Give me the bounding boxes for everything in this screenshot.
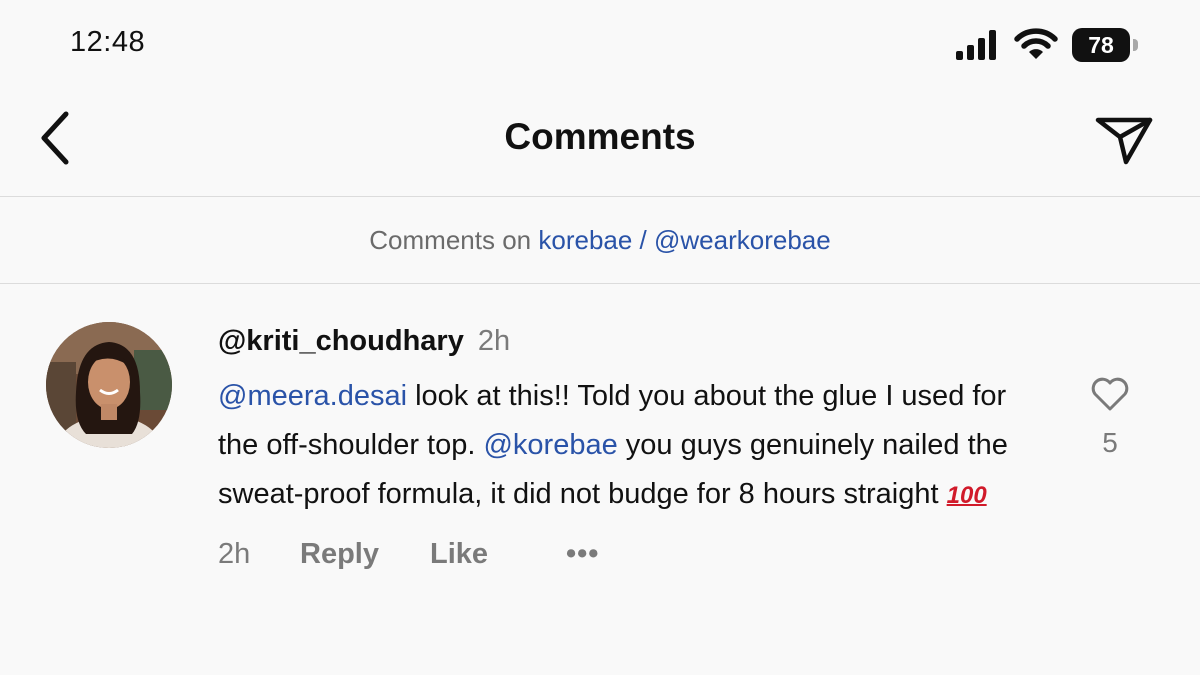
like-column: 5 (1084, 376, 1136, 459)
comment-body: @kriti_choudhary 2h @meera.desai look at … (218, 322, 1048, 578)
battery-icon: 78 (1072, 28, 1142, 64)
status-time: 12:48 (70, 26, 146, 58)
comments-source: Comments on korebae / @wearkorebae (0, 197, 1200, 284)
avatar[interactable] (46, 322, 172, 448)
action-time: 2h (218, 538, 251, 570)
like-button[interactable]: Like (430, 538, 488, 571)
status-bar: 12:48 78 (0, 0, 1200, 90)
heart-icon[interactable] (1090, 376, 1130, 412)
comment-time: 2h (477, 325, 511, 357)
comments-source-prefix: Comments on (369, 225, 532, 255)
comment-text: @meera.desai look at this!! Told you abo… (218, 372, 1048, 520)
comment-actions: 2h Reply Like ••• (218, 538, 1048, 578)
wifi-icon (1014, 28, 1058, 59)
comment-meta: @kriti_choudhary 2h (218, 322, 1048, 360)
mention-meera[interactable]: @meera.desai (218, 380, 407, 412)
like-count: 5 (1102, 427, 1118, 458)
battery-level: 78 (1088, 32, 1114, 58)
header: Comments (0, 90, 1200, 197)
hundred-points-emoji: 100 (946, 482, 987, 509)
send-icon[interactable] (1092, 110, 1156, 168)
signal-icon (956, 30, 996, 60)
reply-button[interactable]: Reply (300, 538, 379, 571)
mention-korebae[interactable]: @korebae (483, 429, 617, 461)
page-title: Comments (504, 116, 696, 157)
comments-source-link[interactable]: korebae / @wearkorebae (538, 225, 830, 255)
comment-item: @kriti_choudhary 2h @meera.desai look at … (0, 284, 1200, 675)
more-options-button[interactable]: ••• (566, 538, 599, 571)
comment-username[interactable]: @kriti_choudhary (218, 325, 464, 357)
